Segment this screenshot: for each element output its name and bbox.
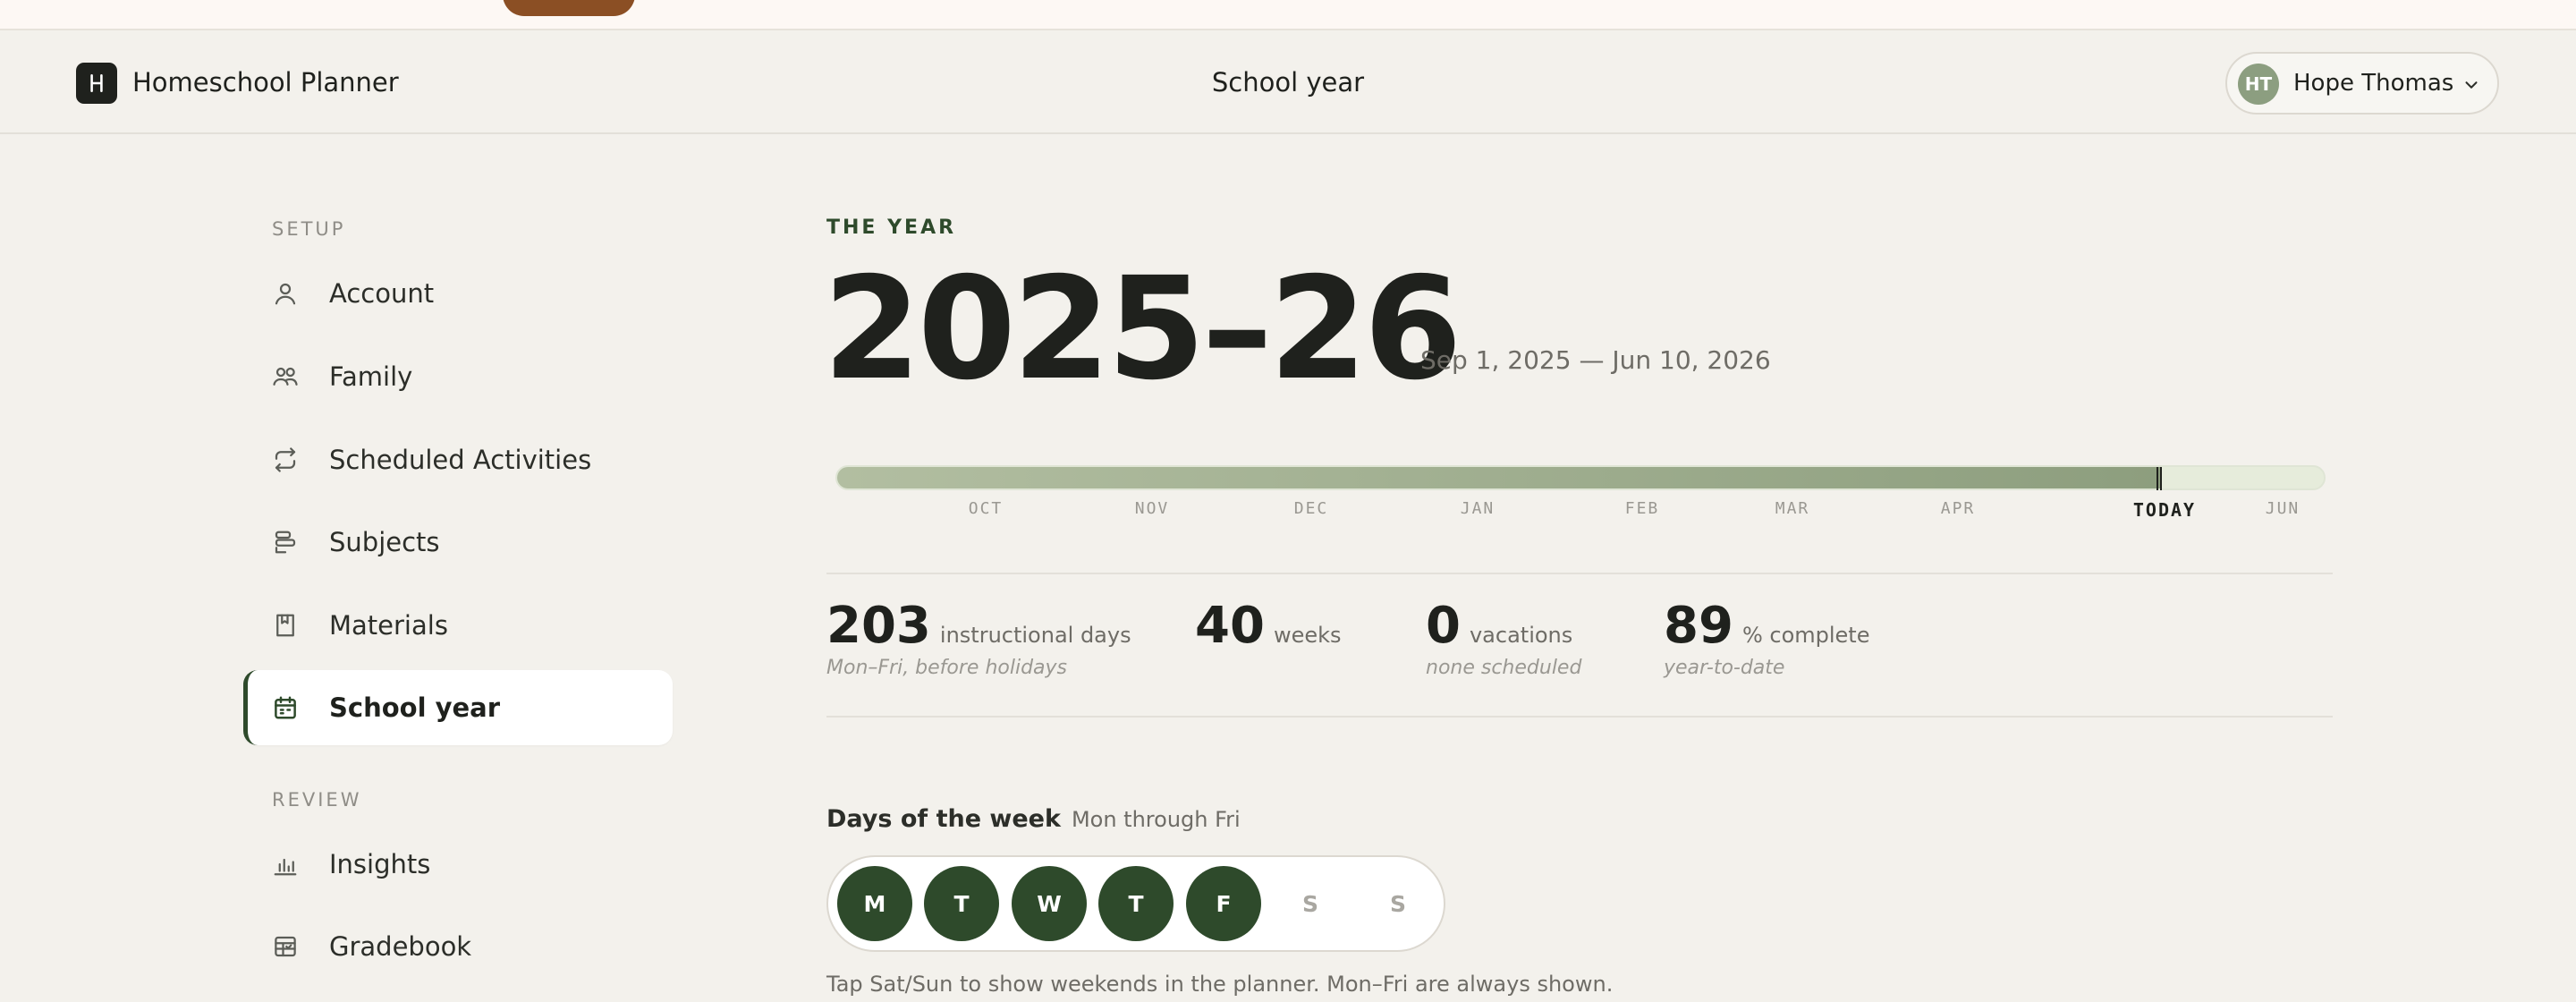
day-toggle-tue[interactable]: T [924, 866, 999, 941]
month-label-today: TODAY [2132, 499, 2197, 521]
sidebar-item-gradebook[interactable]: Gradebook [243, 909, 673, 984]
sidebar-item-family[interactable]: Family [243, 339, 673, 414]
sidebar-item-insights[interactable]: Insights [243, 827, 673, 902]
bar-chart-icon [272, 851, 299, 878]
today-marker [2157, 467, 2163, 490]
day-toggle-sun[interactable]: S [1360, 866, 1436, 941]
stat-weeks: 40 weeks [1195, 598, 1342, 657]
top-strip [0, 0, 2576, 30]
section-eyebrow: THE YEAR [826, 217, 957, 239]
repeat-icon [272, 446, 299, 473]
month-label-jun: JUN [2265, 499, 2301, 518]
table-icon [272, 933, 299, 960]
days-of-week-selector: M T W T F S S [826, 855, 1445, 952]
sidebar-item-subjects[interactable]: Subjects [243, 505, 673, 580]
sidebar-item-label: Account [329, 278, 435, 309]
year-progress-bar [835, 465, 2326, 490]
sidebar-item-materials[interactable]: Materials [243, 588, 673, 663]
users-icon [272, 363, 299, 390]
sidebar-item-label: Materials [329, 610, 448, 641]
school-year-title: 2025–26 [823, 247, 1462, 412]
days-of-week-heading: Days of the week Mon through Fri [826, 805, 1241, 833]
sidebar-item-label: Gradebook [329, 931, 472, 962]
divider [826, 716, 2333, 718]
year-progress-fill [837, 467, 2161, 488]
day-toggle-thu[interactable]: T [1098, 866, 1174, 941]
stat-value: 89 [1664, 597, 1733, 655]
subjects-icon [272, 529, 299, 556]
stat-unit: weeks [1273, 623, 1342, 648]
month-label-mar: MAR [1775, 499, 1810, 518]
bookmark-icon [272, 612, 299, 639]
month-label-apr: APR [1940, 499, 1976, 518]
stat-unit: % complete [1741, 623, 1870, 648]
sidebar-item-scheduled-activities[interactable]: Scheduled Activities [243, 422, 673, 497]
days-of-week-note: Tap Sat/Sun to show weekends in the plan… [826, 972, 1614, 997]
sidebar-item-account[interactable]: Account [243, 256, 673, 331]
stat-sub: none scheduled [1426, 657, 1582, 679]
section-label-setup: SETUP [272, 218, 346, 240]
app-header: Homeschool Planner School year HT Hope T… [0, 32, 2576, 134]
sidebar-item-label: Family [329, 361, 413, 392]
stat-sub: Mon–Fri, before holidays [826, 657, 1068, 679]
sidebar: SETUP Account Family Scheduled Activitie… [243, 134, 673, 1002]
month-label-nov: NOV [1134, 499, 1170, 518]
stat-percent-complete: 89 % complete year-to-date [1664, 597, 1870, 680]
divider [826, 573, 2333, 574]
page-title: School year [1211, 67, 1365, 98]
stat-value: 40 [1195, 597, 1265, 655]
stat-unit: instructional days [939, 623, 1131, 648]
stat-value: 203 [826, 597, 931, 655]
brand-name[interactable]: Homeschool Planner [132, 64, 399, 100]
user-icon [272, 280, 299, 307]
day-toggle-wed[interactable]: W [1012, 866, 1087, 941]
sidebar-item-school-year[interactable]: School year [243, 670, 673, 745]
sidebar-item-label: School year [329, 692, 501, 723]
stat-value: 0 [1426, 597, 1461, 655]
month-label-feb: FEB [1624, 499, 1660, 518]
month-label-oct: OCT [968, 499, 1004, 518]
days-of-week-subtitle: Mon through Fri [1071, 807, 1241, 832]
sidebar-item-label: Insights [329, 849, 431, 879]
user-name: Hope Thomas [2293, 70, 2454, 97]
section-label-review: REVIEW [272, 789, 362, 811]
user-menu-button[interactable]: HT Hope Thomas [2225, 52, 2499, 115]
stat-instructional-days: 203 instructional days Mon–Fri, before ho… [826, 597, 1131, 680]
school-year-range: Sep 1, 2025 — Jun 10, 2026 [1420, 345, 1771, 375]
sidebar-item-label: Subjects [329, 527, 440, 557]
day-toggle-sat[interactable]: S [1273, 866, 1348, 941]
logo-icon[interactable] [76, 63, 117, 104]
stat-vacations: 0 vacations none scheduled [1426, 597, 1582, 680]
avatar: HT [2238, 64, 2279, 105]
stat-unit: vacations [1469, 623, 1573, 648]
month-label-jan: JAN [1460, 499, 1496, 518]
month-label-dec: DEC [1293, 499, 1329, 518]
day-toggle-mon[interactable]: M [837, 866, 912, 941]
day-toggle-fri[interactable]: F [1186, 866, 1261, 941]
sidebar-item-label: Scheduled Activities [329, 445, 592, 475]
calendar-icon [272, 694, 299, 721]
stat-sub: year-to-date [1664, 657, 1785, 679]
chevron-down-icon [2465, 81, 2478, 89]
days-of-week-title: Days of the week [826, 805, 1061, 833]
top-pill[interactable] [503, 0, 635, 16]
